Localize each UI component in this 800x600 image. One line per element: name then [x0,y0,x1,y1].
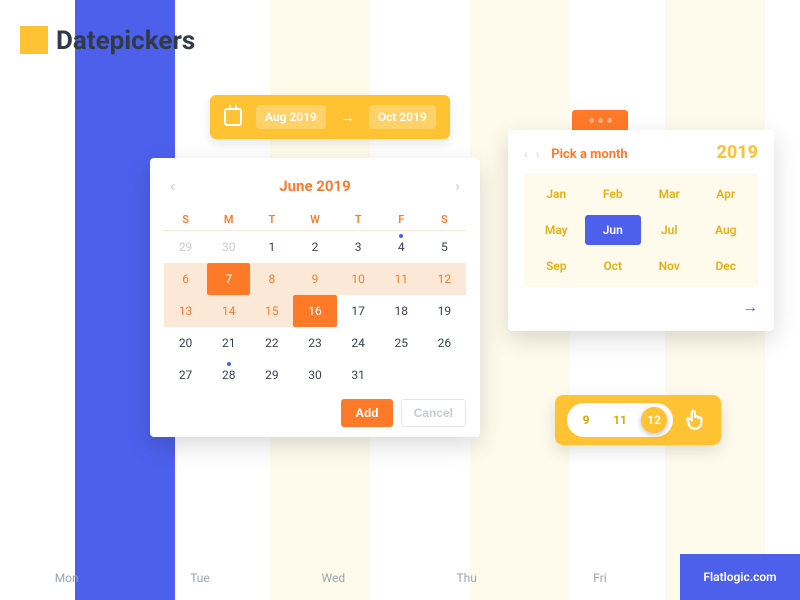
calendar-day[interactable]: 5 [423,231,466,263]
month-option[interactable]: May [528,215,585,245]
next-year-button[interactable]: › [536,147,540,161]
calendar-day[interactable]: 27 [164,359,207,391]
calendar-day[interactable]: 17 [337,295,380,327]
arrow-right-icon: → [340,108,355,126]
calendar-day[interactable]: 14 [207,295,250,327]
month-option[interactable]: Mar [641,179,698,209]
calendar-day[interactable]: 10 [337,263,380,295]
month-option[interactable]: Feb [585,179,642,209]
calendar-day[interactable]: 31 [337,359,380,391]
calendar-day-header: S [164,207,207,231]
calendar-day[interactable]: 13 [164,295,207,327]
brand-badge[interactable]: Flatlogic.com [680,554,800,600]
month-option[interactable]: Jan [528,179,585,209]
footer-day: Fri [533,571,666,585]
prev-year-button[interactable]: ‹ [524,147,528,161]
calendar-day-header: F [380,207,423,231]
calendar-day-header: M [207,207,250,231]
chooser-option[interactable]: 9 [573,407,599,433]
month-picker-confirm[interactable]: → [524,297,758,317]
chooser-option[interactable]: 12 [641,407,667,433]
chooser-option[interactable]: 11 [607,407,633,433]
calendar-day[interactable]: 25 [380,327,423,359]
calendar-day[interactable]: 4 [380,231,423,263]
month-option[interactable]: Nov [641,251,698,281]
calendar-day[interactable]: 24 [337,327,380,359]
month-picker-card: ‹ › Pick a month 2019 JanFebMarApr MayJunJ… [508,130,774,331]
calendar-icon [224,108,242,126]
calendar-day-header: S [423,207,466,231]
month-grid: JanFebMarApr MayJunJulAug SepOctNovDec [524,173,758,287]
footer-day: Thu [400,571,533,585]
calendar-day[interactable]: 11 [380,263,423,295]
cancel-button[interactable]: Cancel [401,399,466,427]
calendar-day[interactable]: 20 [164,327,207,359]
chooser-pill: 9 11 12 [567,403,673,437]
value-chooser: 9 11 12 [555,395,721,445]
month-option[interactable]: Apr [698,179,755,209]
calendar-day[interactable]: 7 [207,263,250,295]
month-option[interactable]: Dec [698,251,755,281]
range-start[interactable]: Aug 2019 [256,105,326,129]
calendar-day[interactable]: 2 [293,231,336,263]
calendar-day[interactable]: 26 [423,327,466,359]
month-option[interactable]: Aug [698,215,755,245]
calendar-day[interactable]: 30 [207,231,250,263]
calendar-day-header: T [250,207,293,231]
month-option[interactable]: Jun [585,215,642,245]
calendar-grid: SMTWTFS293012345678910111213141516171819… [164,207,466,391]
calendar-day[interactable]: 9 [293,263,336,295]
month-option[interactable]: Jul [641,215,698,245]
calendar-day[interactable]: 6 [164,263,207,295]
calendar-day[interactable]: 8 [250,263,293,295]
calendar-day[interactable]: 19 [423,295,466,327]
next-month-button[interactable]: › [449,172,466,199]
calendar-day[interactable]: 16 [293,295,336,327]
add-button[interactable]: Add [341,399,392,427]
calendar-day[interactable]: 28 [207,359,250,391]
calendar-day[interactable]: 1 [250,231,293,263]
calendar-day[interactable]: 15 [250,295,293,327]
calendar-day[interactable]: 29 [164,231,207,263]
calendar-day[interactable]: 21 [207,327,250,359]
pointer-icon [683,407,709,433]
prev-month-button[interactable]: ‹ [164,172,181,199]
calendar-day[interactable]: 3 [337,231,380,263]
footer-day: Mon [0,571,133,585]
calendar-day-header: T [337,207,380,231]
calendar-day[interactable]: 30 [293,359,336,391]
calendar-month-label: June 2019 [279,177,350,195]
page-title: Datepickers [56,26,195,56]
date-range-picker[interactable]: Aug 2019 → Oct 2019 [210,95,450,139]
calendar-day[interactable]: 18 [380,295,423,327]
month-option[interactable]: Oct [585,251,642,281]
title-accent [20,26,48,54]
calendar-day-header: W [293,207,336,231]
range-end[interactable]: Oct 2019 [369,105,436,129]
window-controls-icon [572,110,628,130]
calendar-day[interactable]: 23 [293,327,336,359]
footer-day: Wed [267,571,400,585]
calendar-card: ‹ June 2019 › SMTWTFS2930123456789101112… [150,158,480,437]
footer-day: Tue [133,571,266,585]
month-picker-year: 2019 [716,142,758,163]
calendar-day[interactable]: 22 [250,327,293,359]
month-picker-label: Pick a month [551,147,628,162]
calendar-day[interactable]: 12 [423,263,466,295]
month-option[interactable]: Sep [528,251,585,281]
calendar-day[interactable]: 29 [250,359,293,391]
